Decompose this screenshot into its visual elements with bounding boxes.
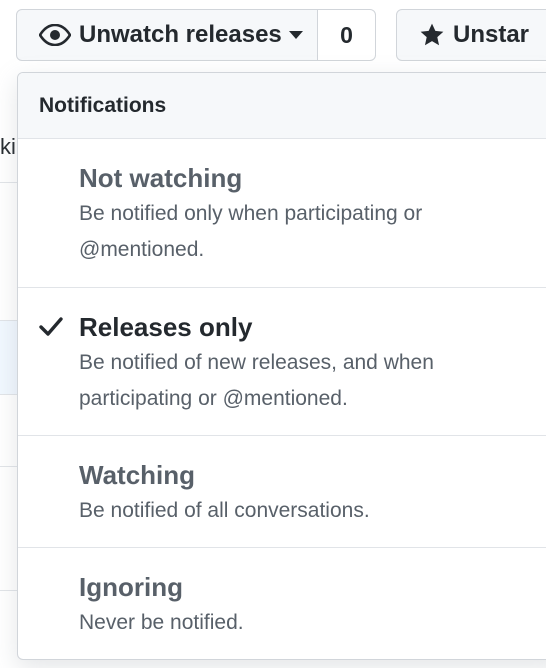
unstar-button[interactable]: Unstar — [396, 9, 546, 61]
background-partial-text: ki — [0, 134, 16, 159]
unwatch-releases-button[interactable]: Unwatch releases — [16, 9, 318, 61]
menu-item-watching[interactable]: Watching Be notified of all conversation… — [18, 436, 546, 548]
menu-item-description: Be notified only when participating or @… — [79, 202, 423, 261]
menu-item-not-watching[interactable]: Not watching Be notified only when parti… — [18, 139, 546, 288]
menu-item-title: Not watching — [79, 163, 243, 193]
menu-item-description: Be notified of new releases, and when pa… — [79, 351, 434, 410]
watchers-count[interactable]: 0 — [317, 9, 376, 61]
check-icon — [38, 314, 64, 340]
dropdown-header: Notifications — [18, 73, 546, 139]
eye-icon — [39, 24, 71, 46]
menu-item-releases-only[interactable]: Releases only Be notified of new release… — [18, 288, 546, 436]
notifications-dropdown: Notifications Not watching Be notified o… — [17, 72, 546, 660]
menu-item-title: Releases only — [79, 312, 253, 342]
star-icon — [419, 22, 445, 48]
menu-item-description: Be notified of all conversations. — [79, 499, 370, 522]
menu-item-ignoring[interactable]: Ignoring Never be notified. — [18, 548, 546, 659]
unwatch-releases-label: Unwatch releases — [79, 21, 282, 48]
menu-item-description: Never be notified. — [79, 611, 244, 634]
menu-item-title: Ignoring — [79, 572, 183, 602]
menu-item-title: Watching — [79, 460, 196, 490]
caret-down-icon — [288, 30, 304, 40]
unstar-label: Unstar — [453, 21, 530, 48]
